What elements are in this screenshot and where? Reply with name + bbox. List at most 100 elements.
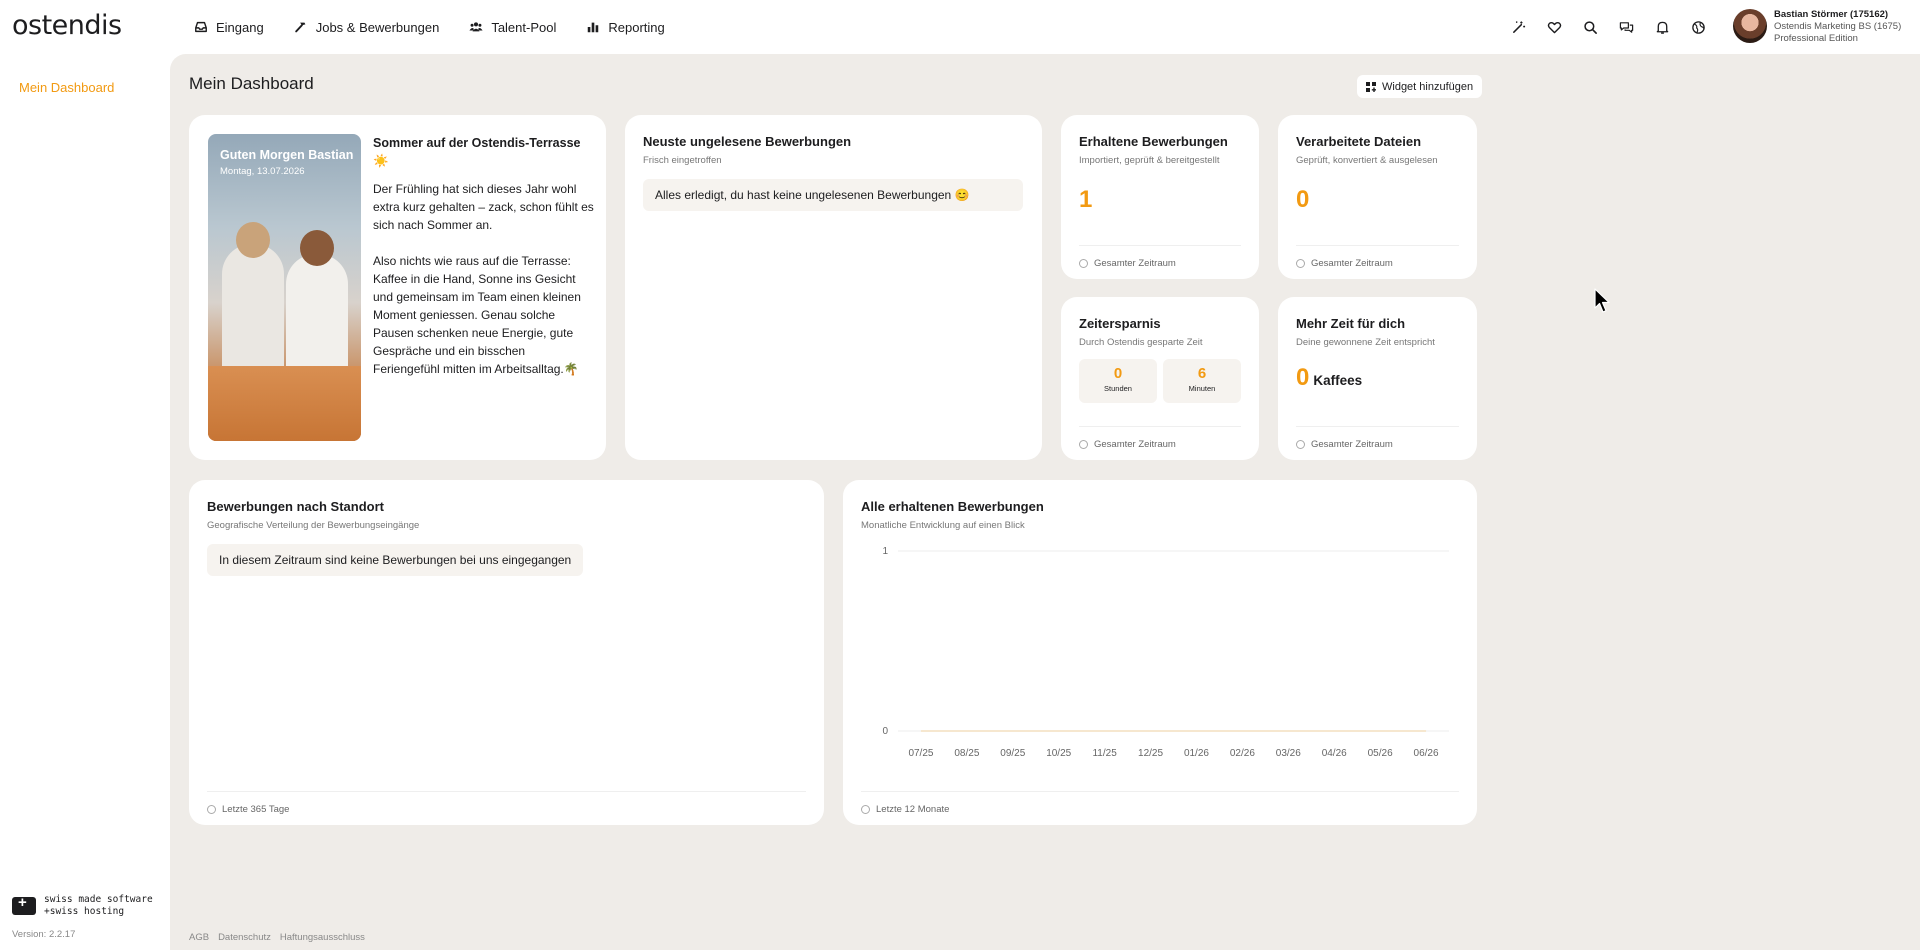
unread-applications-card: Neuste ungelesene Bewerbungen Frisch ein… — [625, 115, 1042, 460]
swiss-badge: swiss made software +swiss hosting — [12, 894, 153, 918]
clock-icon — [861, 805, 870, 814]
user-menu[interactable]: Bastian Störmer (175162) Ostendis Market… — [1733, 9, 1901, 45]
received-applications-card[interactable]: Erhaltene Bewerbungen Importiert, geprüf… — [1061, 115, 1259, 279]
empty-message: Alles erledigt, du hast keine ungelesene… — [643, 179, 1023, 211]
card-title: Verarbeitete Dateien — [1296, 134, 1422, 149]
card-footer: Gesamter Zeitraum — [1094, 258, 1176, 269]
x-tick-label: 02/26 — [1230, 748, 1255, 759]
received-count: 1 — [1079, 186, 1093, 213]
globe-icon[interactable] — [1690, 19, 1706, 35]
add-widget-label: Widget hinzufügen — [1382, 80, 1474, 93]
x-tick-label: 11/25 — [1092, 748, 1117, 759]
x-tick-label: 05/26 — [1368, 748, 1393, 759]
card-title: Neuste ungelesene Bewerbungen — [643, 134, 852, 149]
x-tick-label: 04/26 — [1322, 748, 1347, 759]
card-title: Mehr Zeit für dich — [1296, 316, 1406, 331]
card-footer: Gesamter Zeitraum — [1094, 439, 1176, 450]
footer-links: AGB Datenschutz Haftungsausschluss — [189, 932, 365, 943]
more-time-card[interactable]: Mehr Zeit für dich Deine gewonnene Zeit … — [1278, 297, 1477, 460]
bell-icon[interactable] — [1654, 19, 1670, 35]
user-name: Bastian Störmer (175162) — [1774, 9, 1889, 20]
welcome-card: Guten Morgen Bastian Montag, 13.07.2026 … — [189, 115, 606, 460]
x-tick-label: 09/25 — [1000, 748, 1025, 759]
grid-plus-icon — [1366, 81, 1376, 92]
swiss-line-1: swiss made software — [44, 894, 153, 905]
x-tick-label: 03/26 — [1276, 748, 1301, 759]
x-tick-label: 08/25 — [954, 748, 979, 759]
x-tick-label: 07/25 — [908, 748, 933, 759]
user-company: Ostendis Marketing BS (1675) — [1774, 21, 1902, 32]
user-edition: Professional Edition — [1774, 33, 1858, 44]
files-count: 0 — [1296, 186, 1310, 213]
version-label: Version: 2.2.17 — [12, 929, 76, 940]
hours-value: 0 — [1113, 365, 1123, 382]
avatar[interactable] — [1733, 9, 1767, 43]
main-content: Mein Dashboard Widget hinzufügen Guten M… — [170, 54, 1920, 950]
bar-chart-icon — [588, 22, 599, 33]
nav-item-reporting[interactable]: Reporting — [586, 19, 665, 35]
card-subtitle: Importiert, geprüft & bereitgestellt — [1079, 155, 1220, 166]
card-footer: Letzte 12 Monate — [876, 804, 950, 815]
clock-icon — [1079, 440, 1088, 449]
sidebar: Mein Dashboard swiss made software +swis… — [0, 54, 170, 950]
main-nav: Eingang Jobs & Bewerbungen Talent-Pool R… — [194, 0, 665, 54]
welcome-title: Sommer auf der Ostendis-Terrasse ☀️ — [373, 136, 581, 168]
nav-label: Jobs & Bewerbungen — [315, 19, 440, 35]
hours-label: Stunden — [1104, 384, 1132, 393]
empty-message: In diesem Zeitraum sind keine Bewerbunge… — [207, 544, 584, 576]
footer-link-haftungsausschluss[interactable]: Haftungsausschluss — [280, 932, 365, 943]
footer-link-agb[interactable]: AGB — [189, 932, 209, 943]
hours-box: 0 Stunden — [1079, 359, 1157, 403]
nav-label: Eingang — [216, 19, 264, 35]
inbox-icon — [195, 21, 207, 33]
footer-link-datenschutz[interactable]: Datenschutz — [218, 932, 271, 943]
card-footer: Letzte 365 Tage — [222, 804, 290, 815]
card-subtitle: Deine gewonnene Zeit entspricht — [1296, 337, 1435, 348]
card-title: Zeitersparnis — [1079, 316, 1161, 331]
card-title: Bewerbungen nach Standort — [207, 499, 384, 514]
x-tick-label: 12/25 — [1138, 748, 1163, 759]
y-tick-label: 0 — [882, 726, 888, 737]
time-savings-card[interactable]: Zeitersparnis Durch Ostendis gesparte Ze… — [1061, 297, 1259, 460]
x-tick-label: 06/26 — [1414, 748, 1439, 759]
top-icons — [1510, 0, 1706, 54]
card-subtitle: Durch Ostendis gesparte Zeit — [1079, 337, 1203, 348]
hammer-icon — [294, 22, 306, 33]
card-footer: Gesamter Zeitraum — [1311, 258, 1393, 269]
x-tick-label: 10/25 — [1046, 748, 1071, 759]
swiss-cross-icon — [12, 894, 36, 915]
heart-icon[interactable] — [1546, 19, 1562, 35]
clock-icon — [1296, 440, 1305, 449]
app-logo[interactable]: ostendis — [12, 10, 122, 41]
user-info: Bastian Störmer (175162) Ostendis Market… — [1774, 9, 1901, 45]
chat-icon[interactable] — [1618, 19, 1634, 35]
coffee-count: 0 — [1296, 364, 1310, 391]
applications-by-location-card: Bewerbungen nach Standort Geografische V… — [189, 480, 824, 825]
minutes-box: 6 Minuten — [1163, 359, 1241, 403]
welcome-paragraph-1: Der Frühling hat sich dieses Jahr wohl e… — [373, 182, 594, 232]
nav-label: Reporting — [608, 19, 665, 35]
card-title: Erhaltene Bewerbungen — [1079, 134, 1228, 149]
card-subtitle: Frisch eingetroffen — [643, 155, 722, 166]
people-icon — [469, 22, 483, 32]
sidebar-item-mein-dashboard[interactable]: Mein Dashboard — [19, 80, 114, 95]
processed-files-card[interactable]: Verarbeitete Dateien Geprüft, konvertier… — [1278, 115, 1477, 279]
card-footer: Gesamter Zeitraum — [1311, 439, 1393, 450]
nav-item-talent-pool[interactable]: Talent-Pool — [469, 20, 556, 35]
welcome-date: Montag, 13.07.2026 — [220, 166, 305, 177]
search-icon[interactable] — [1582, 19, 1598, 35]
card-subtitle: Geprüft, konvertiert & ausgelesen — [1296, 155, 1438, 166]
applications-line-chart: 0 1 07/25 08/25 09/25 10/25 11/25 12/25 01/26 02/… — [882, 546, 1449, 759]
nav-item-jobs[interactable]: Jobs & Bewerbungen — [294, 19, 440, 35]
nav-item-eingang[interactable]: Eingang — [194, 20, 264, 35]
card-subtitle: Geografische Verteilung der Bewerbungsei… — [207, 520, 420, 531]
clock-icon — [1079, 259, 1088, 268]
page-title: Mein Dashboard — [189, 74, 314, 93]
nav-label: Talent-Pool — [491, 19, 557, 35]
add-widget-button[interactable]: Widget hinzufügen — [1357, 75, 1483, 98]
all-applications-chart-card: Alle erhaltenen Bewerbungen Monatliche E… — [843, 480, 1477, 825]
welcome-text: Sommer auf der Ostendis-Terrasse ☀️ Der … — [373, 134, 595, 396]
magic-wand-icon[interactable] — [1510, 19, 1526, 35]
y-tick-label: 1 — [882, 546, 888, 557]
welcome-greeting: Guten Morgen Bastian — [220, 148, 354, 162]
